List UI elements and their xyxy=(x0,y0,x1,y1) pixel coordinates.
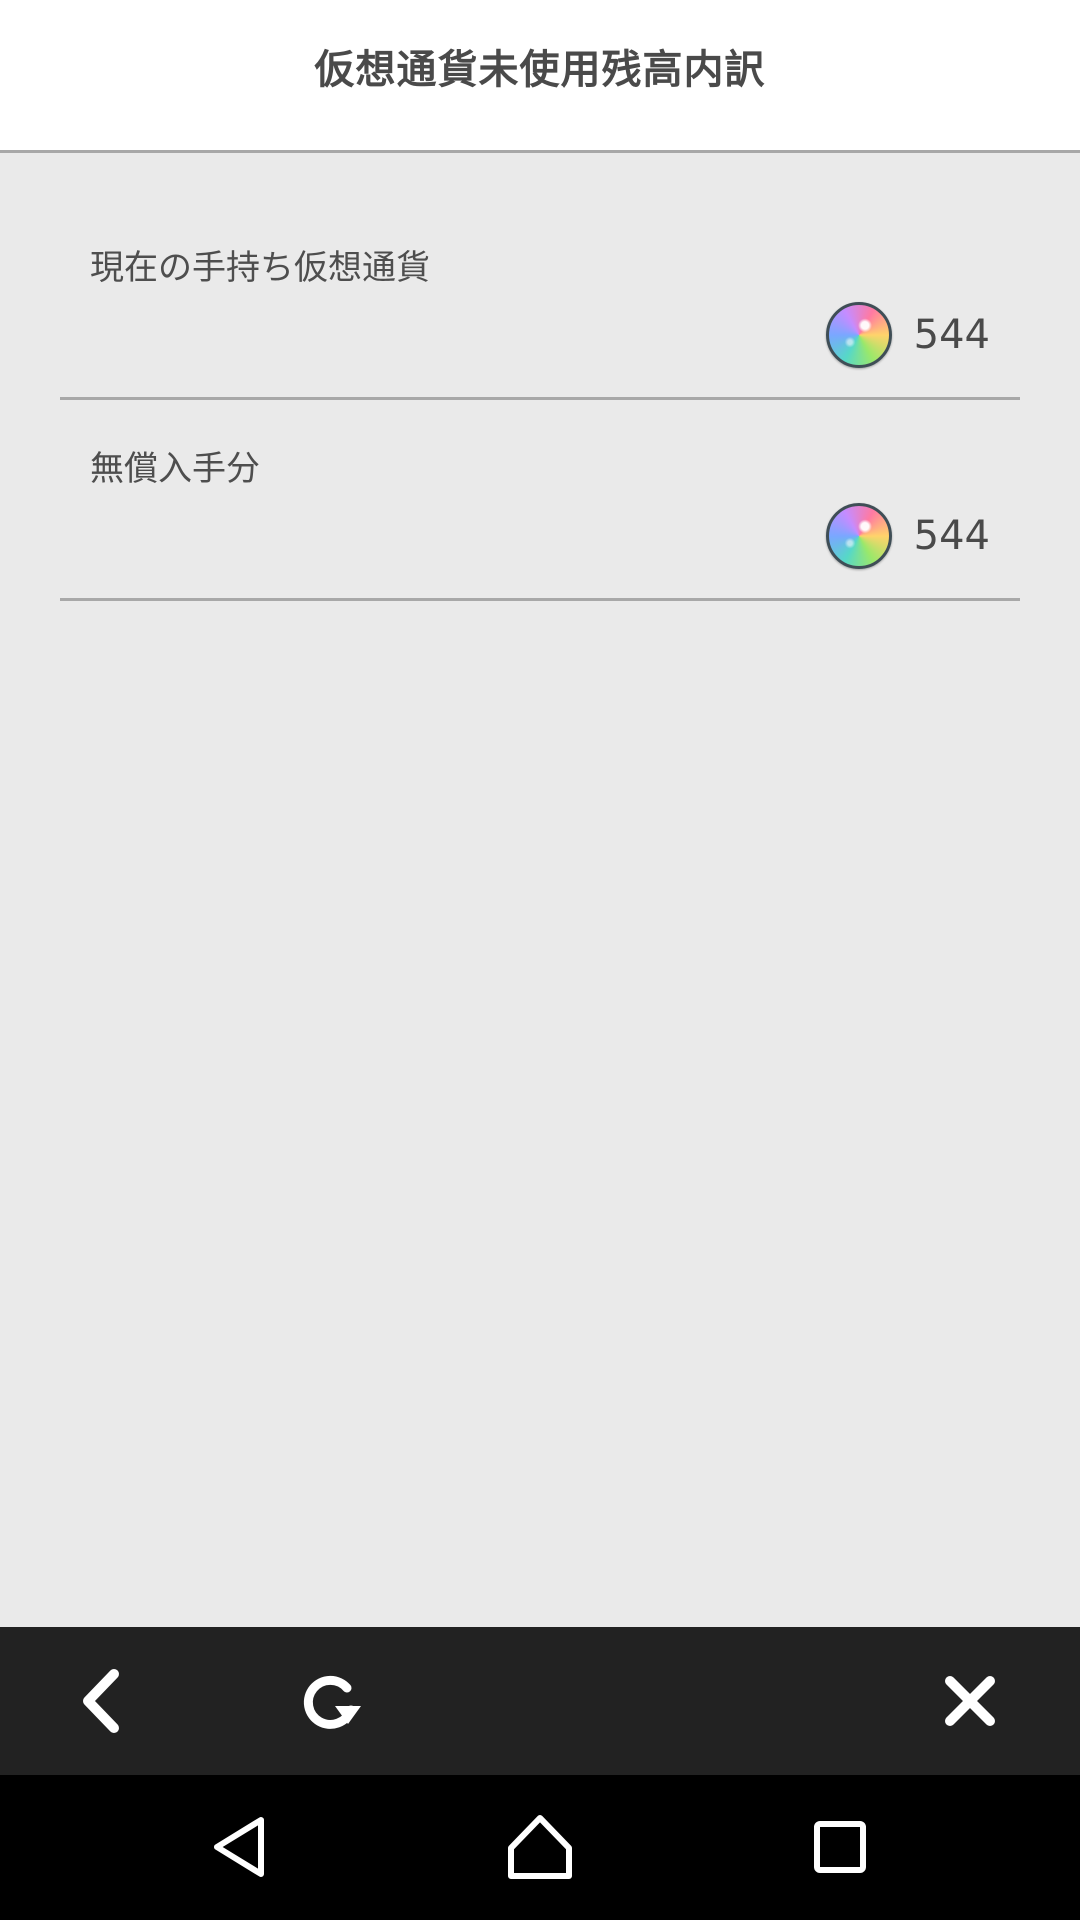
system-nav-bar xyxy=(0,1775,1080,1920)
rainbow-gem-icon xyxy=(825,503,892,569)
row-amount: 544 xyxy=(913,312,990,358)
close-icon xyxy=(945,1676,995,1726)
rainbow-gem-icon xyxy=(825,302,892,368)
page-header: 仮想通貨未使用残高内訳 xyxy=(0,0,1080,153)
row-amount: 544 xyxy=(913,513,990,559)
browser-toolbar xyxy=(0,1627,1080,1775)
row-value: 544 xyxy=(825,501,990,571)
chevron-left-icon xyxy=(83,1669,119,1733)
nav-back-triangle-icon xyxy=(214,1817,264,1877)
page-title: 仮想通貨未使用残高内訳 xyxy=(314,47,766,93)
nav-home-button[interactable] xyxy=(490,1797,590,1897)
row-label: 無償入手分 xyxy=(90,449,260,489)
reload-button[interactable] xyxy=(285,1656,375,1746)
row-value: 544 xyxy=(825,300,990,370)
back-button[interactable] xyxy=(57,1656,147,1746)
nav-recents-square-icon xyxy=(814,1821,866,1873)
nav-back-button[interactable] xyxy=(190,1797,290,1897)
balance-row-free: 無償入手分 544 xyxy=(60,401,1020,601)
balance-row-current: 現在の手持ち仮想通貨 544 xyxy=(60,200,1020,400)
reload-icon xyxy=(303,1675,361,1729)
close-button[interactable] xyxy=(925,1656,1015,1746)
row-label: 現在の手持ち仮想通貨 xyxy=(90,248,430,288)
nav-recents-button[interactable] xyxy=(790,1797,890,1897)
nav-home-icon xyxy=(508,1815,572,1879)
